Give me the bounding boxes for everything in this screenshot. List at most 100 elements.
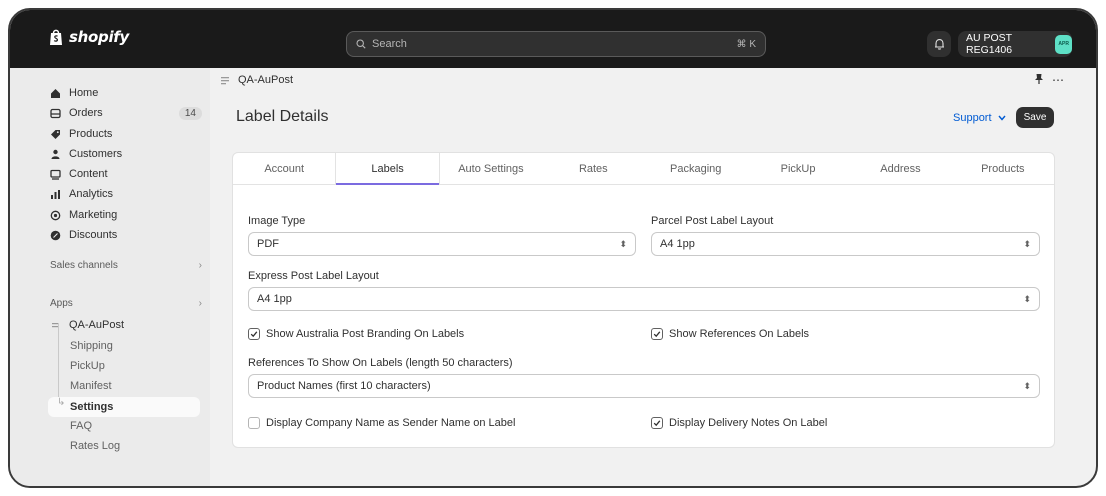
tab-auto-settings[interactable]: Auto Settings [440, 153, 542, 184]
select-arrows-icon: ⬍ [1023, 293, 1031, 304]
checkbox-unchecked-icon[interactable] [248, 417, 260, 429]
shopify-logo[interactable]: shopify [48, 28, 129, 46]
logo-text: shopify [69, 28, 129, 46]
search-icon [356, 39, 366, 49]
store-name: AU POST REG1406 [966, 32, 1013, 56]
sidebar-item-marketing[interactable]: Marketing [50, 206, 202, 224]
section-label: Apps [50, 298, 73, 309]
orders-count-badge: 14 [178, 106, 202, 120]
checkbox-label: Show References On Labels [669, 328, 810, 340]
tab-products[interactable]: Products [952, 153, 1054, 184]
store-menu-button[interactable]: AU POST REG1406 APR [958, 31, 1072, 57]
chevron-right-icon: › [198, 298, 202, 309]
bell-icon [934, 39, 944, 50]
select-arrows-icon: ⬍ [1023, 380, 1031, 391]
sidebar-item-label: Marketing [69, 209, 118, 221]
sidebar-item-label: Products [69, 128, 113, 140]
tab-address[interactable]: Address [849, 153, 951, 184]
checkbox-label: Show Australia Post Branding On Labels [266, 328, 465, 340]
pin-icon[interactable] [1034, 73, 1044, 88]
settings-label: Settings [70, 401, 114, 413]
shopify-bag-icon [50, 29, 62, 45]
select-arrows-icon: ⬍ [1023, 238, 1031, 249]
discount-icon [50, 230, 61, 240]
express-post-select[interactable]: A4 1pp ⬍ [248, 287, 1040, 311]
support-label: Support [953, 112, 992, 124]
more-options-icon[interactable]: ⋯ [1052, 73, 1064, 88]
sidebar-item-label: Orders [69, 107, 103, 119]
tab-labels[interactable]: Labels [335, 153, 440, 185]
references-label: References To Show On Labels (length 50 … [248, 357, 513, 369]
orders-icon [50, 108, 61, 118]
notifications-button[interactable] [927, 31, 951, 57]
image-type-label: Image Type [248, 215, 306, 227]
sales-channels-section[interactable]: Sales channels › [50, 260, 202, 271]
parcel-post-select[interactable]: A4 1pp ⬍ [651, 232, 1040, 256]
sidebar-item-label: Discounts [69, 229, 118, 241]
checkbox-label: Display Company Name as Sender Name on L… [266, 417, 516, 429]
app-icon [221, 77, 229, 85]
select-arrows-icon: ⬍ [619, 238, 627, 249]
sidebar-app-qa-aupost[interactable]: QA-AuPost [50, 316, 202, 334]
show-references-checkbox[interactable]: Show References On Labels [651, 328, 809, 340]
chevron-right-icon: › [198, 260, 202, 271]
sidebar-item-discounts[interactable]: Discounts [50, 226, 202, 244]
top-bar: shopify Search ⌘ K AU POST REG1406 APR [10, 10, 1096, 68]
image-type-value: PDF [257, 238, 279, 250]
header-actions: ⋯ [1034, 73, 1064, 88]
checkbox-checked-icon[interactable] [651, 328, 663, 340]
show-branding-checkbox[interactable]: Show Australia Post Branding On Labels [248, 328, 464, 340]
breadcrumb[interactable]: QA-AuPost [220, 74, 293, 86]
sidebar-subitem-pickup[interactable]: PickUp [70, 360, 105, 372]
express-post-label: Express Post Label Layout [248, 270, 379, 282]
apps-section[interactable]: Apps › [50, 298, 202, 309]
save-button[interactable]: Save [1016, 107, 1054, 128]
delivery-notes-checkbox[interactable]: Display Delivery Notes On Label [651, 417, 827, 429]
sidebar-item-products[interactable]: Products [50, 125, 202, 143]
section-label: Sales channels [50, 260, 118, 271]
sidebar-subitem-settings[interactable]: ↳ Settings [48, 397, 200, 417]
company-name-checkbox[interactable]: Display Company Name as Sender Name on L… [248, 417, 515, 429]
image-type-select[interactable]: PDF ⬍ [248, 232, 636, 256]
search-input[interactable]: Search ⌘ K [346, 31, 766, 57]
sidebar-item-customers[interactable]: Customers [50, 145, 202, 163]
references-select[interactable]: Product Names (first 10 characters) ⬍ [248, 374, 1040, 398]
parcel-post-value: A4 1pp [660, 238, 695, 250]
chevron-down-icon [997, 115, 1006, 121]
sidebar-item-label: Analytics [69, 188, 114, 200]
sidebar-subitem-rates-log[interactable]: Rates Log [70, 440, 120, 452]
bar-chart-icon [51, 189, 60, 199]
sidebar-item-content[interactable]: Content [50, 165, 202, 183]
settings-card: Account Labels Auto Settings Rates Packa… [232, 152, 1055, 448]
sidebar-subitem-shipping[interactable]: Shipping [70, 340, 113, 352]
content-icon [50, 169, 61, 180]
app-label: QA-AuPost [69, 319, 125, 331]
tab-pickup[interactable]: PickUp [747, 153, 849, 184]
sidebar-subitem-faq[interactable]: FAQ [70, 420, 92, 432]
tree-line [58, 323, 59, 397]
tab-account[interactable]: Account [233, 153, 335, 184]
sidebar-item-label: Home [69, 87, 99, 99]
tab-rates[interactable]: Rates [542, 153, 644, 184]
checkbox-checked-icon[interactable] [651, 417, 663, 429]
target-icon [50, 210, 61, 220]
sidebar-item-orders[interactable]: Orders 14 [50, 104, 202, 122]
sidebar-item-label: Customers [69, 148, 123, 160]
window-frame: shopify Search ⌘ K AU POST REG1406 APR H… [8, 8, 1098, 488]
search-shortcut: ⌘ K [736, 38, 756, 50]
tab-bar: Account Labels Auto Settings Rates Packa… [233, 153, 1054, 185]
sidebar-item-home[interactable]: Home [50, 84, 202, 102]
sidebar-item-analytics[interactable]: Analytics [50, 185, 202, 203]
checkbox-label: Display Delivery Notes On Label [669, 417, 828, 429]
tag-icon [51, 129, 60, 139]
home-icon [51, 88, 60, 98]
app-grid-icon [52, 322, 59, 327]
support-dropdown[interactable]: Support [953, 112, 1006, 124]
breadcrumb-app-name: QA-AuPost [238, 74, 294, 86]
tree-branch-icon: ↳ [57, 397, 66, 408]
tab-packaging[interactable]: Packaging [645, 153, 747, 184]
person-icon [51, 149, 60, 159]
checkbox-checked-icon[interactable] [248, 328, 260, 340]
search-placeholder: Search [372, 38, 407, 50]
sidebar-subitem-manifest[interactable]: Manifest [70, 380, 112, 392]
